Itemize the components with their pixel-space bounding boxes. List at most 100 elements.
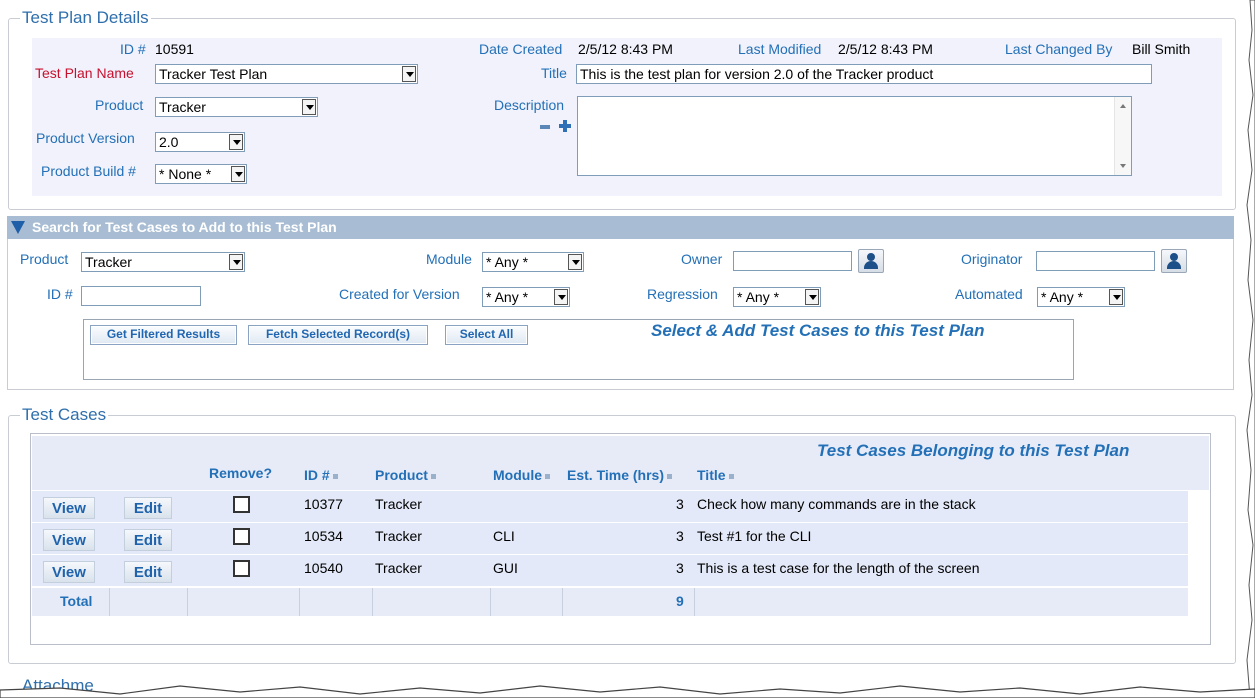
chevron-down-icon [1109,289,1123,305]
description-textarea[interactable] [577,96,1132,176]
col-product-header[interactable]: Product [375,467,436,483]
id-label: ID # [120,41,146,57]
test-plan-name-label: Test Plan Name [35,65,134,81]
search-product-select[interactable]: Tracker [81,252,245,272]
select-all-button[interactable]: Select All [445,325,528,345]
collapse-icon[interactable] [540,122,550,132]
edit-button[interactable]: Edit [124,529,172,551]
triangle-down-icon [11,221,25,234]
search-section-title: Search for Test Cases to Add to this Tes… [32,219,337,235]
test-plan-details-legend: Test Plan Details [20,8,151,28]
edit-button[interactable]: Edit [124,497,172,519]
remove-checkbox[interactable] [233,528,250,545]
sort-icon [728,473,734,479]
owner-user-icon[interactable] [858,249,884,273]
sort-icon [545,473,550,479]
scroll-down-icon[interactable] [1120,164,1126,168]
row-title: This is a test case for the length of th… [697,560,980,576]
scroll-up-icon[interactable] [1120,104,1126,108]
chevron-down-icon [231,166,245,182]
module-label: Module [426,251,472,267]
chevron-down-icon [302,99,316,115]
view-button[interactable]: View [43,529,95,551]
module-select[interactable]: * Any * [482,252,584,272]
chevron-down-icon [229,254,243,270]
product-label: Product [95,97,144,113]
expand-icon[interactable] [559,120,571,132]
remove-checkbox[interactable] [233,496,250,513]
product-version-label: Product Version [36,130,135,146]
test-cases-caption: Test Cases Belonging to this Test Plan [817,441,1130,460]
col-est-time-header[interactable]: Est. Time (hrs) [567,467,672,483]
created-for-version-select[interactable]: * Any * [482,287,570,307]
chevron-down-icon [805,289,819,305]
owner-field[interactable] [733,251,852,271]
edit-button[interactable]: Edit [124,561,172,583]
row-id: 10377 [304,496,343,512]
product-version-select[interactable]: 2.0 [155,132,245,152]
row-title: Check how many commands are in the stack [697,496,976,512]
test-cases-legend: Test Cases [20,405,109,425]
originator-label: Originator [961,251,1023,267]
table-row [32,491,1188,522]
col-title-header[interactable]: Title [697,467,734,483]
row-id: 10540 [304,560,343,576]
chevron-down-icon [554,289,568,305]
torn-edge-right [1246,0,1255,698]
get-filtered-results-button[interactable]: Get Filtered Results [90,325,237,345]
col-module-header[interactable]: Module [493,467,550,483]
product-build-label: Product Build # [41,163,136,179]
col-remove-header: Remove? [209,465,273,481]
fetch-selected-records-button[interactable]: Fetch Selected Record(s) [248,325,428,345]
search-results-title: Select & Add Test Cases to this Test Pla… [651,321,985,340]
col-id-header[interactable]: ID # [304,467,338,483]
sort-icon [332,473,338,479]
row-module: CLI [493,528,515,544]
date-created-value: 2/5/12 8:43 PM [578,41,673,57]
row-product: Tracker [375,528,422,544]
row-est-time: 3 [676,496,684,512]
chevron-down-icon [229,134,243,150]
row-est-time: 3 [676,560,684,576]
title-label: Title [541,65,567,81]
row-est-time: 3 [676,528,684,544]
last-modified-value: 2/5/12 8:43 PM [838,41,933,57]
owner-label: Owner [681,251,723,267]
originator-user-icon[interactable] [1161,249,1187,273]
id-value: 10591 [155,41,194,57]
table-row [32,555,1188,586]
date-created-label: Date Created [479,41,563,57]
automated-select[interactable]: * Any * [1037,287,1125,307]
last-changed-by-value: Bill Smith [1132,41,1191,57]
test-plan-name-select[interactable]: Tracker Test Plan [155,64,418,84]
row-module: GUI [493,560,518,576]
product-select[interactable]: Tracker [155,97,318,117]
last-changed-by-label: Last Changed By [1005,41,1113,57]
view-button[interactable]: View [43,497,95,519]
description-label: Description [494,97,565,113]
view-button[interactable]: View [43,561,95,583]
row-product: Tracker [375,496,422,512]
torn-edge-bottom [0,685,1255,698]
chevron-down-icon [402,66,416,82]
sort-icon [667,473,672,479]
regression-label: Regression [647,286,718,302]
sort-icon [430,473,436,479]
originator-field[interactable] [1036,251,1155,271]
total-value: 9 [676,593,684,609]
textarea-scrollbar[interactable] [1114,97,1131,175]
remove-checkbox[interactable] [233,560,250,577]
total-row-grid [32,588,1188,616]
row-product: Tracker [375,560,422,576]
row-id: 10534 [304,528,343,544]
regression-select[interactable]: * Any * [733,287,821,307]
product-build-select[interactable]: * None * [155,164,247,184]
title-field[interactable]: This is the test plan for version 2.0 of… [576,64,1152,84]
search-product-label: Product [20,251,69,267]
search-section-header[interactable]: Search for Test Cases to Add to this Tes… [7,216,1234,239]
automated-label: Automated [955,286,1023,302]
last-modified-label: Last Modified [738,41,822,57]
row-title: Test #1 for the CLI [697,528,812,544]
search-id-field[interactable] [81,286,201,306]
table-row [32,523,1188,554]
